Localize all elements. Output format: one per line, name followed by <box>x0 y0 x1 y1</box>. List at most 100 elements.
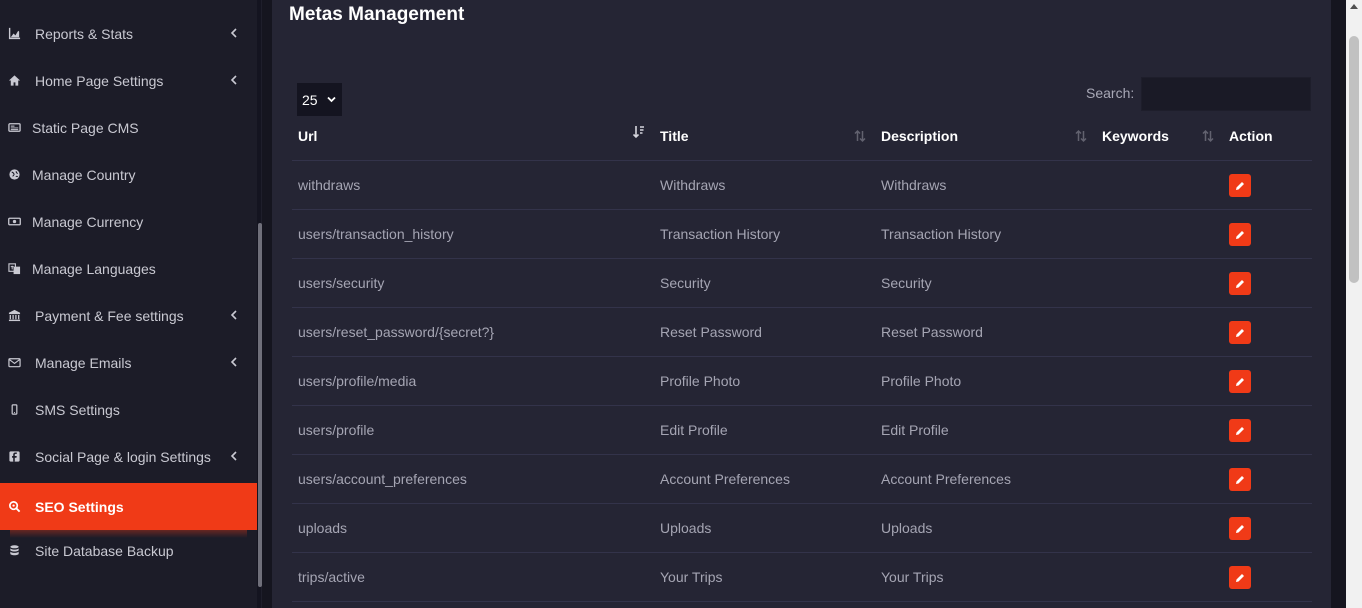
table-row: users/account_preferences Account Prefer… <box>292 455 1312 504</box>
chevron-left-icon <box>230 357 237 367</box>
column-header-description[interactable]: Description <box>881 128 958 144</box>
sort-desc-icon[interactable] <box>633 125 645 139</box>
sidebar-item-label: Static Page CMS <box>32 119 139 136</box>
sidebar-item-label: Payment & Fee settings <box>35 307 184 324</box>
sidebar-item-manage-emails[interactable]: Manage Emails <box>0 339 257 386</box>
sidebar-item-label: Reports & Stats <box>35 25 134 42</box>
cell-title: Account Preferences <box>660 471 790 487</box>
edit-button[interactable] <box>1229 321 1251 344</box>
cell-description: Uploads <box>881 520 933 536</box>
envelope-icon <box>7 356 21 370</box>
chevron-left-icon <box>230 28 237 38</box>
sidebar-item-label: Manage Emails <box>35 354 132 371</box>
cell-url: trips/active <box>298 569 365 585</box>
edit-button[interactable] <box>1229 174 1251 197</box>
sidebar-item-label: Site Database Backup <box>35 542 174 559</box>
cell-title: Reset Password <box>660 324 762 340</box>
sidebar-item-static-page-cms[interactable]: Static Page CMS <box>0 104 257 151</box>
home-icon <box>7 74 21 88</box>
cell-url: users/security <box>298 275 385 291</box>
search-input[interactable] <box>1141 77 1311 111</box>
money-icon <box>7 215 21 229</box>
search-icon <box>7 500 21 514</box>
sidebar-item-seo-settings[interactable]: SEO Settings <box>0 483 257 538</box>
sort-icon[interactable] <box>1202 129 1214 143</box>
cell-url: uploads <box>298 520 348 536</box>
cell-url: users/profile/media <box>298 373 417 389</box>
page-length-value: 25 <box>302 91 318 108</box>
cell-title: Transaction History <box>660 226 781 242</box>
page-scrollbar-thumb[interactable] <box>1349 36 1359 283</box>
sidebar-item-reports-stats[interactable]: Reports & Stats <box>0 10 257 57</box>
sidebar-item-home-page-settings[interactable]: Home Page Settings <box>0 57 257 104</box>
cell-url: withdraws <box>298 177 361 193</box>
cell-title: Uploads <box>660 520 712 536</box>
cell-description: Profile Photo <box>881 373 962 389</box>
column-header-title[interactable]: Title <box>660 128 689 144</box>
edit-button[interactable] <box>1229 566 1251 589</box>
table-row: users/reset_password/{secret?} Reset Pas… <box>292 308 1312 357</box>
sidebar-item-manage-languages[interactable]: Manage Languages <box>0 245 257 292</box>
table-row: users/transaction_history Transaction Hi… <box>292 210 1312 259</box>
sidebar-item-label: Social Page & login Settings <box>35 448 211 465</box>
globe-icon <box>7 168 21 182</box>
sidebar-item-manage-country[interactable]: Manage Country <box>0 151 257 198</box>
edit-button[interactable] <box>1229 370 1251 393</box>
pencil-icon <box>1236 524 1244 533</box>
pencil-icon <box>1236 230 1244 239</box>
content-gutter <box>262 0 272 608</box>
pencil-icon <box>1236 181 1244 190</box>
sidebar-item-social-page-login-settings[interactable]: Social Page & login Settings <box>0 433 257 480</box>
table-row: trips/active Your Trips Your Trips <box>292 553 1312 602</box>
cell-url: users/reset_password/{secret?} <box>298 324 495 340</box>
cell-description: Edit Profile <box>881 422 949 438</box>
sidebar-item-manage-currency[interactable]: Manage Currency <box>0 198 257 245</box>
right-gutter <box>1331 0 1346 608</box>
table-row: withdraws Withdraws Withdraws <box>292 161 1312 210</box>
sort-icon[interactable] <box>854 129 866 143</box>
edit-button[interactable] <box>1229 419 1251 442</box>
cell-title: Profile Photo <box>660 373 741 389</box>
chevron-down-icon <box>327 96 336 103</box>
scroll-up-arrow-icon[interactable] <box>1350 4 1358 9</box>
pencil-icon <box>1236 328 1244 337</box>
column-header-url[interactable]: Url <box>298 128 317 144</box>
sidebar-item-label: SEO Settings <box>35 498 124 515</box>
sidebar-item-label: Manage Languages <box>32 260 156 277</box>
sidebar-item-label: Manage Country <box>32 166 136 183</box>
cell-title: Security <box>660 275 711 291</box>
search-label: Search: <box>1086 85 1135 101</box>
database-icon <box>7 544 21 558</box>
column-header-keywords[interactable]: Keywords <box>1102 128 1169 144</box>
cell-description: Transaction History <box>881 226 1002 242</box>
cell-title: Your Trips <box>660 569 723 585</box>
table-row: uploads Uploads Uploads <box>292 504 1312 553</box>
chevron-left-icon <box>230 451 237 461</box>
cell-description: Security <box>881 275 932 291</box>
sidebar-item-site-database-backup[interactable]: Site Database Backup <box>0 527 257 574</box>
cell-description: Withdraws <box>881 177 947 193</box>
pencil-icon <box>1236 279 1244 288</box>
cell-url: users/account_preferences <box>298 471 467 487</box>
cell-description: Reset Password <box>881 324 983 340</box>
cell-title: Edit Profile <box>660 422 728 438</box>
table-row: users/profile Edit Profile Edit Profile <box>292 406 1312 455</box>
sidebar: Reports & Stats Home Page Settings Stati… <box>0 0 257 608</box>
edit-button[interactable] <box>1229 468 1251 491</box>
sidebar-item-payment-fee-settings[interactable]: Payment & Fee settings <box>0 292 257 339</box>
edit-button[interactable] <box>1229 517 1251 540</box>
page-title: Metas Management <box>289 4 465 25</box>
page-length-select[interactable]: 25 <box>297 83 342 116</box>
bank-icon <box>7 309 21 323</box>
facebook-icon <box>7 450 21 464</box>
mobile-icon <box>7 403 21 417</box>
sidebar-item-label: SMS Settings <box>35 401 120 418</box>
sidebar-item-label: Manage Currency <box>32 213 144 230</box>
edit-button[interactable] <box>1229 223 1251 246</box>
table-row: users/security Security Security <box>292 259 1312 308</box>
chart-area-icon <box>7 27 21 41</box>
sort-icon[interactable] <box>1075 129 1087 143</box>
edit-button[interactable] <box>1229 272 1251 295</box>
sidebar-item-sms-settings[interactable]: SMS Settings <box>0 386 257 433</box>
sidebar-item-label: Home Page Settings <box>35 72 164 89</box>
